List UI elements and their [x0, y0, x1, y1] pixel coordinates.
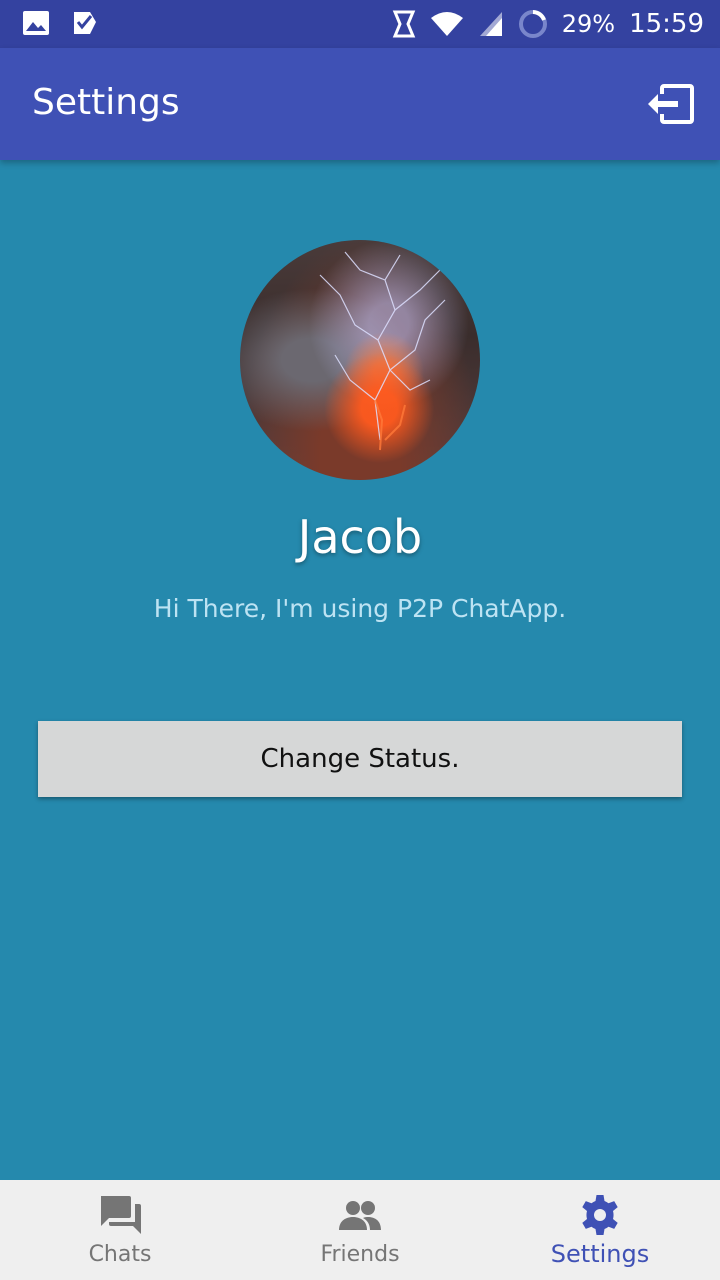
bottom-navigation: Chats Friends Settings [0, 1180, 720, 1280]
chat-icon [101, 1196, 141, 1234]
logout-button[interactable] [646, 80, 698, 128]
nav-label-settings: Settings [550, 1240, 650, 1268]
people-icon [339, 1201, 381, 1230]
profile-avatar[interactable] [240, 240, 480, 480]
battery-percent: 29% [561, 10, 616, 38]
battery-icon [518, 9, 548, 39]
image-notification-icon [22, 10, 50, 36]
profile-name: Jacob [297, 510, 423, 564]
page-title: Settings [32, 82, 180, 123]
app-bar: Settings [0, 48, 720, 160]
task-notification-icon [72, 10, 98, 36]
change-status-button[interactable]: Change Status. [38, 721, 682, 797]
nav-item-friends[interactable]: Friends [240, 1180, 480, 1280]
status-bar: 29% 15:59 [0, 0, 720, 48]
nav-item-chats[interactable]: Chats [0, 1180, 240, 1280]
profile-status: Hi There, I'm using P2P ChatApp. [153, 594, 567, 623]
gear-icon [582, 1195, 618, 1235]
wifi-icon [430, 10, 464, 38]
vibrate-icon [392, 10, 416, 38]
nav-item-settings[interactable]: Settings [480, 1180, 720, 1280]
nav-label-friends: Friends [320, 1242, 400, 1267]
nav-label-chats: Chats [88, 1242, 152, 1267]
clock: 15:59 [629, 9, 704, 39]
signal-icon [478, 10, 504, 38]
logout-icon [648, 84, 694, 124]
avatar-image [319, 251, 446, 451]
